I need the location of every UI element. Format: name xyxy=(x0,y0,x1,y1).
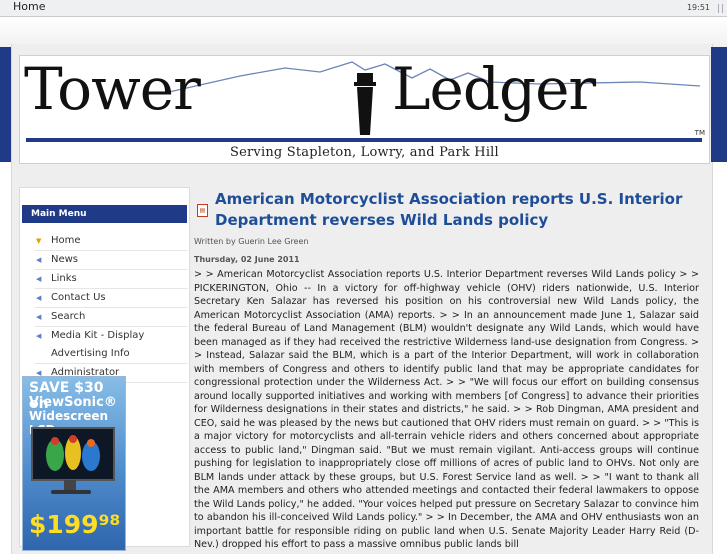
menu-item-label: News xyxy=(51,254,79,265)
arrow-bullet-icon: ◀ xyxy=(36,313,42,321)
page-top-gap xyxy=(0,17,727,47)
divider xyxy=(718,4,719,13)
arrow-bullet-icon: ◀ xyxy=(36,256,42,264)
main-menu-header: Main Menu xyxy=(22,205,187,223)
menu-item-label: Home xyxy=(51,235,81,246)
masthead-rule xyxy=(26,138,702,142)
viewsonic-banner-ad[interactable]: SAVE $30 on ViewSonic® Widescreen LCD $1… xyxy=(22,376,126,551)
article: ▤ American Motorcyclist Association repo… xyxy=(194,187,709,550)
arrow-bullet-icon: ◀ xyxy=(36,332,42,340)
menu-item-media-kit[interactable]: ◀ Media Kit - Display Advertising Info xyxy=(35,327,188,364)
menu-item-search[interactable]: ◀ Search xyxy=(35,308,188,327)
window-title: Home xyxy=(13,0,46,13)
clock: 19:51 xyxy=(686,3,710,12)
parrot-graphic xyxy=(46,435,100,471)
menu-item-label: Links xyxy=(51,273,77,284)
pdf-icon[interactable]: ▤ xyxy=(197,204,208,217)
divider xyxy=(722,4,723,13)
article-date: Thursday, 02 June 2011 xyxy=(194,255,300,264)
sidebar: Main Menu ▼ Home ◀ News ◀ Links ◀ Contact Us… xyxy=(19,187,190,551)
menu-item-label: Contact Us xyxy=(51,292,106,303)
monitor-base xyxy=(51,490,91,494)
menu-item-links[interactable]: ◀ Links xyxy=(35,270,188,289)
trademark-mark: TM xyxy=(694,129,705,137)
masthead-word-tower: Tower xyxy=(24,55,201,123)
left-accent-bar xyxy=(0,47,11,162)
arrow-bullet-icon: ▼ xyxy=(36,237,42,245)
masthead-word-ledger: Ledger xyxy=(392,55,596,123)
menu-item-contact-us[interactable]: ◀ Contact Us xyxy=(35,289,188,308)
masthead-tagline: Serving Stapleton, Lowry, and Park Hill xyxy=(230,145,499,160)
menu-item-label: Search xyxy=(51,311,86,322)
arrow-bullet-icon: ◀ xyxy=(36,294,42,302)
menu-item-news[interactable]: ◀ News xyxy=(35,251,188,270)
browser-titlebar: Home 19:51 xyxy=(0,0,727,17)
menu-item-label: Media Kit - Display Advertising Info xyxy=(51,330,145,359)
main-menu: ▼ Home ◀ News ◀ Links ◀ Contact Us ◀ Search ◀… xyxy=(35,232,188,383)
arrow-bullet-icon: ◀ xyxy=(36,275,42,283)
article-title[interactable]: American Motorcyclist Association report… xyxy=(215,189,705,231)
article-byline: Written by Guerin Lee Green xyxy=(194,237,309,246)
right-accent-bar xyxy=(711,47,727,162)
monitor-image xyxy=(31,427,115,481)
article-body: > > American Motorcyclist Association re… xyxy=(194,269,699,550)
ad-price: $199⁹⁸ xyxy=(29,510,121,539)
ad-brand: ViewSonic® xyxy=(29,395,117,410)
site-masthead[interactable]: Tower Ledger TM Serving Stapleton, Lowry… xyxy=(19,55,710,164)
menu-item-home[interactable]: ▼ Home xyxy=(35,232,188,251)
tower-logo-icon xyxy=(354,73,376,135)
